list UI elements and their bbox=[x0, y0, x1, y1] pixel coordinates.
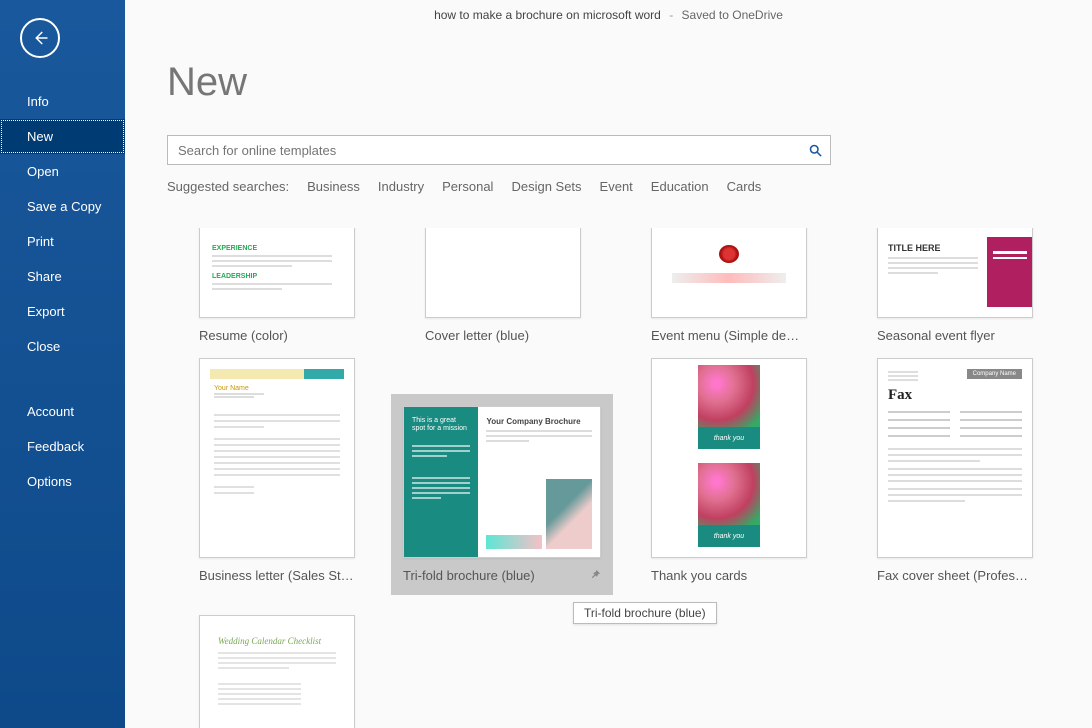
template-thank-you-cards[interactable]: thank you thank you Thank you cards bbox=[651, 358, 807, 583]
tooltip: Tri-fold brochure (blue) bbox=[573, 602, 717, 624]
thumb-text: Fax bbox=[888, 387, 1022, 404]
suggested-event[interactable]: Event bbox=[600, 179, 633, 194]
suggested-design-sets[interactable]: Design Sets bbox=[511, 179, 581, 194]
template-label: Fax cover sheet (Profess… bbox=[877, 568, 1033, 583]
sidebar-item-feedback[interactable]: Feedback bbox=[0, 429, 125, 464]
page-title: New bbox=[167, 60, 1092, 105]
search-icon bbox=[808, 143, 823, 158]
template-label: Cover letter (blue) bbox=[425, 328, 581, 343]
sidebar-item-export[interactable]: Export bbox=[0, 294, 125, 329]
search-button[interactable] bbox=[800, 143, 830, 158]
sidebar-item-share[interactable]: Share bbox=[0, 259, 125, 294]
template-wedding-checklist[interactable]: Wedding Calendar Checklist bbox=[199, 615, 355, 728]
sidebar-item-new[interactable]: New bbox=[0, 119, 125, 154]
sidebar-item-print[interactable]: Print bbox=[0, 224, 125, 259]
sidebar-item-options[interactable]: Options bbox=[0, 464, 125, 499]
thumb-title: TITLE HERE bbox=[888, 243, 978, 253]
pin-icon[interactable] bbox=[590, 569, 601, 583]
template-trifold-brochure[interactable]: This is a great spot for a mission Your … bbox=[391, 394, 613, 595]
suggested-industry[interactable]: Industry bbox=[378, 179, 424, 194]
suggested-education[interactable]: Education bbox=[651, 179, 709, 194]
template-label: Event menu (Simple de… bbox=[651, 328, 807, 343]
template-event-menu[interactable]: Event menu (Simple de… bbox=[651, 228, 807, 343]
suggested-searches: Suggested searches: Business Industry Pe… bbox=[167, 179, 1092, 194]
document-title: how to make a brochure on microsoft word bbox=[434, 8, 661, 22]
thumb-text: thank you bbox=[698, 525, 760, 547]
sidebar-item-close[interactable]: Close bbox=[0, 329, 125, 364]
template-label: Tri-fold brochure (blue) bbox=[403, 568, 535, 583]
suggested-personal[interactable]: Personal bbox=[442, 179, 493, 194]
backstage-main: how to make a brochure on microsoft word… bbox=[125, 0, 1092, 728]
back-arrow-icon bbox=[31, 29, 49, 47]
sidebar-item-save-a-copy[interactable]: Save a Copy bbox=[0, 189, 125, 224]
sidebar-item-open[interactable]: Open bbox=[0, 154, 125, 189]
template-fax-cover[interactable]: Company Name Fax bbox=[877, 358, 1033, 583]
template-search[interactable] bbox=[167, 135, 831, 165]
template-label: Business letter (Sales St… bbox=[199, 568, 355, 583]
template-resume[interactable]: EXPERIENCE LEADERSHIP Resume (color) bbox=[199, 228, 355, 343]
template-business-letter[interactable]: Your Name Business letter (Sales St… bbox=[199, 358, 355, 583]
back-button[interactable] bbox=[20, 18, 60, 58]
thumb-text: Your Company Brochure bbox=[486, 417, 592, 426]
suggested-label: Suggested searches: bbox=[167, 179, 289, 194]
sidebar-item-info[interactable]: Info bbox=[0, 84, 125, 119]
suggested-cards[interactable]: Cards bbox=[727, 179, 762, 194]
template-cover-letter[interactable]: Cover letter (blue) bbox=[425, 228, 581, 343]
thumb-text: Wedding Calendar Checklist bbox=[218, 636, 336, 646]
backstage-sidebar: Info New Open Save a Copy Print Share Ex… bbox=[0, 0, 125, 728]
sidebar-item-account[interactable]: Account bbox=[0, 394, 125, 429]
template-label: Seasonal event flyer bbox=[877, 328, 1033, 343]
suggested-business[interactable]: Business bbox=[307, 179, 360, 194]
title-bar: how to make a brochure on microsoft word… bbox=[125, 0, 1092, 30]
thumb-text: This is a great spot for a mission bbox=[412, 417, 470, 434]
template-seasonal-flyer[interactable]: TITLE HERE Seasonal event flyer bbox=[877, 228, 1033, 343]
template-search-input[interactable] bbox=[168, 143, 800, 158]
template-gallery[interactable]: EXPERIENCE LEADERSHIP Resume (color) Cov… bbox=[167, 228, 1072, 728]
thumb-text: thank you bbox=[698, 427, 760, 449]
thumb-text: Company Name bbox=[967, 369, 1022, 379]
template-label: Resume (color) bbox=[199, 328, 355, 343]
save-status: Saved to OneDrive bbox=[682, 8, 783, 22]
template-label: Thank you cards bbox=[651, 568, 807, 583]
